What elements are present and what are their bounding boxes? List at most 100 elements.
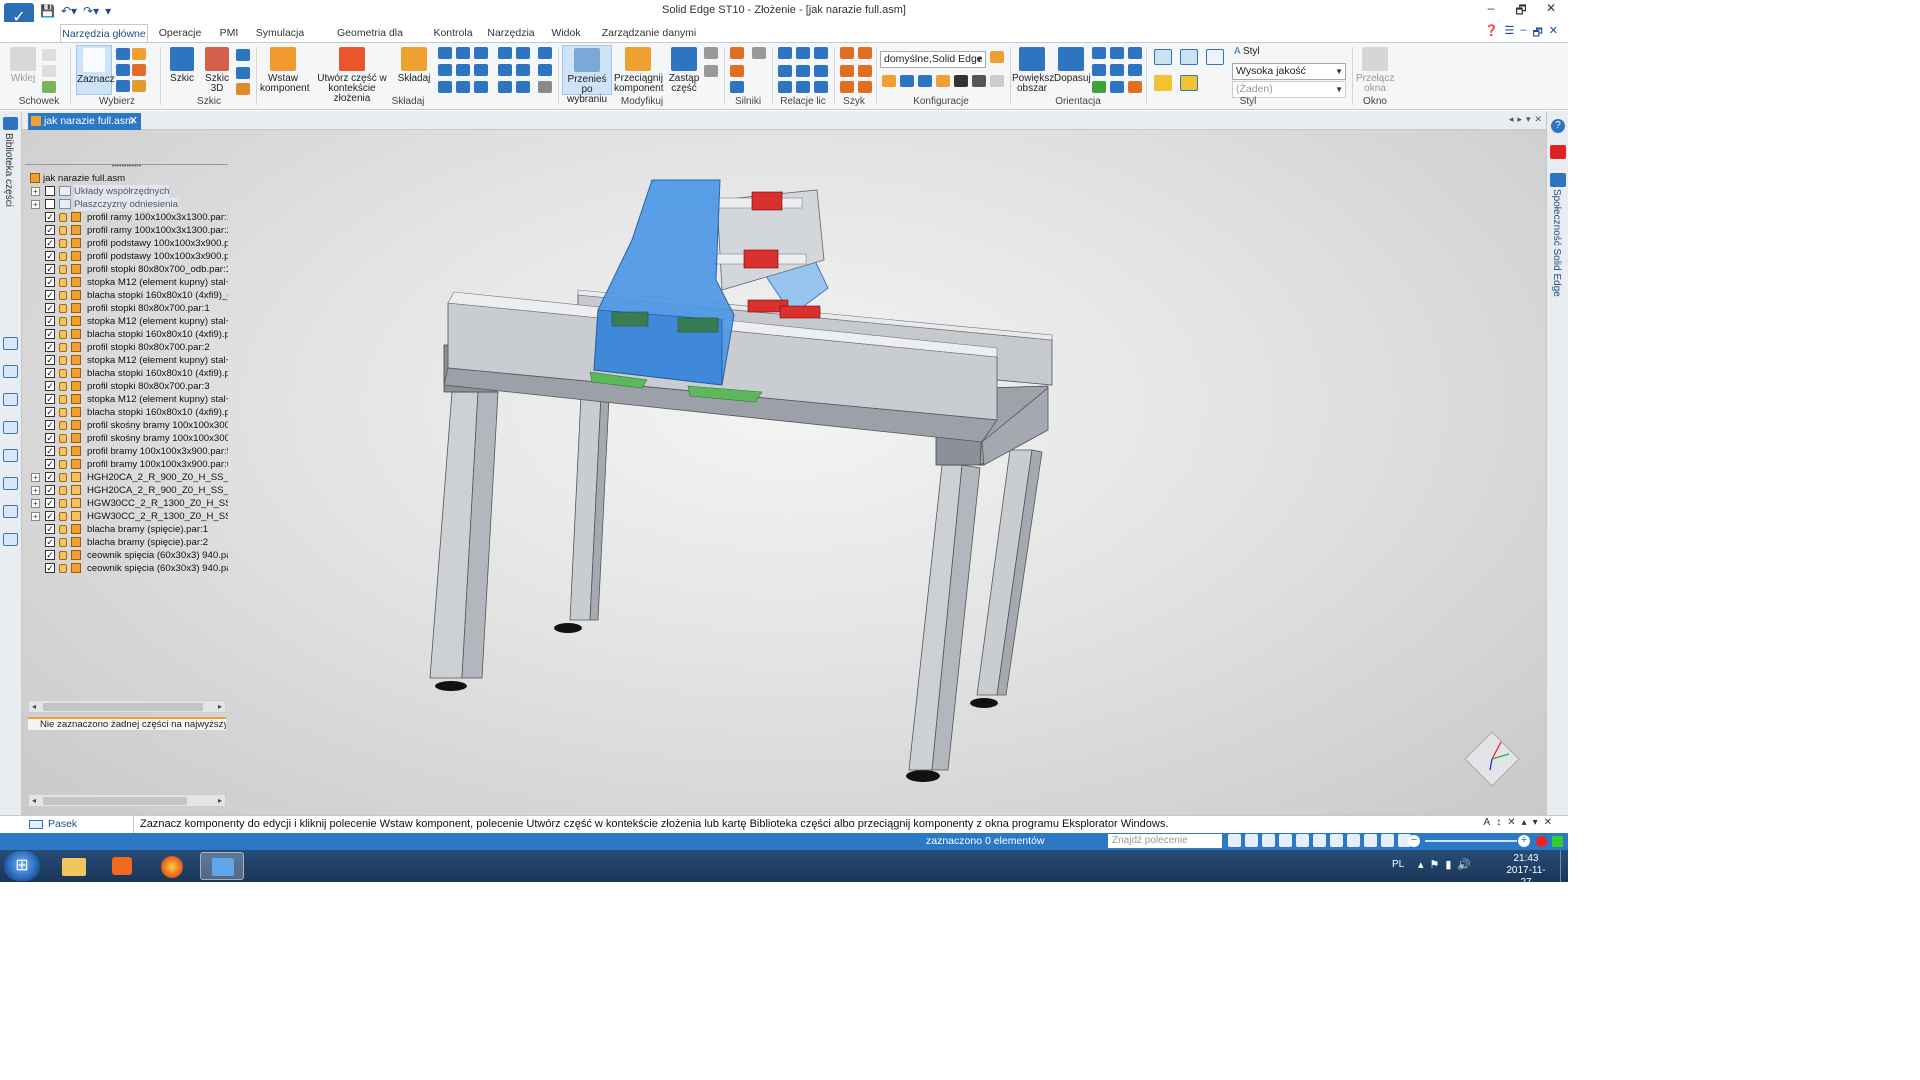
face-relation-icon[interactable] xyxy=(778,47,792,59)
tree-item[interactable]: ✓ profil bramy 100x100x3x900.par:6 xyxy=(28,458,228,471)
visibility-checkbox[interactable]: ✓ xyxy=(45,303,55,313)
language-indicator[interactable]: PL xyxy=(1392,859,1404,870)
tree-item[interactable]: ✓ stopka M12 (element kupny) stal+tw xyxy=(28,315,228,328)
close-button[interactable]: ✕ xyxy=(1542,1,1560,22)
tree-item[interactable]: ✓ stopka M12 (element kupny) stal+tw xyxy=(28,276,228,289)
tangent-icon[interactable] xyxy=(438,81,452,93)
help-icon[interactable]: ❓ xyxy=(1485,24,1499,43)
filter-icon[interactable] xyxy=(116,48,130,60)
view-tool-icon[interactable] xyxy=(1364,834,1377,847)
foot-pad[interactable] xyxy=(906,770,940,782)
expand-icon[interactable]: + xyxy=(31,200,40,209)
tree-item[interactable]: ✓ profil stopki 80x80x700.par:1 xyxy=(28,302,228,315)
zoom-out-icon[interactable]: − xyxy=(1408,835,1420,847)
panel-grip[interactable]: •••••••••••• xyxy=(25,163,228,170)
cut-icon[interactable] xyxy=(42,49,56,61)
tree-item[interactable]: + ✓ HGH20CA_2_R_900_Z0_H_SS_FI xyxy=(28,484,228,497)
pattern-icon[interactable] xyxy=(858,47,872,59)
zoom-icon[interactable] xyxy=(1092,47,1106,59)
sketch-3d-button[interactable]: Szkic 3D xyxy=(202,47,232,94)
select-button[interactable]: Zaznacz xyxy=(76,45,115,95)
query-icon[interactable] xyxy=(116,80,130,92)
config-tool-icon[interactable] xyxy=(936,75,950,87)
relation-tool-icon[interactable] xyxy=(516,64,530,76)
visibility-checkbox[interactable]: ✓ xyxy=(45,277,55,287)
angle-icon[interactable] xyxy=(474,64,488,76)
pattern-icon[interactable] xyxy=(858,65,872,77)
motor-tool-icon[interactable] xyxy=(752,47,766,59)
format-painter-icon[interactable] xyxy=(42,81,56,93)
view-tool-icon[interactable] xyxy=(1262,834,1275,847)
shaded-icon[interactable] xyxy=(1154,75,1172,91)
tree-item[interactable]: ✓ stopka M12 (element kupny) stal+tw xyxy=(28,393,228,406)
face-relation-icon[interactable] xyxy=(796,65,810,77)
view-cube-icon[interactable] xyxy=(1180,49,1198,65)
visibility-checkbox[interactable]: ✓ xyxy=(45,498,55,508)
camera-icon[interactable] xyxy=(954,75,968,87)
dock-tool-icon[interactable] xyxy=(3,421,18,434)
visibility-checkbox[interactable]: ✓ xyxy=(45,225,55,235)
tree-item[interactable]: + ✓ HGW30CC_2_R_1300_Z0_H_SS_ xyxy=(28,497,228,510)
status-indicator-icon[interactable] xyxy=(1552,836,1563,847)
tray-icons[interactable]: ▴⚑▮🔊 xyxy=(1418,858,1477,871)
tree-item[interactable]: + ✓ HGH20CA_2_R_900_Z0_H_SS_FI xyxy=(28,471,228,484)
pan-icon[interactable] xyxy=(1092,64,1106,76)
tree-item[interactable]: ✓ ceownik spięcia (60x30x3) 940.par:1 xyxy=(28,549,228,562)
sketch-tool-icon[interactable] xyxy=(236,83,250,95)
start-button[interactable]: ⊞ xyxy=(4,851,40,881)
configuration-select[interactable]: domyślne,Solid Edge ▼ xyxy=(880,51,986,68)
view-tool-icon[interactable] xyxy=(1313,834,1326,847)
shaded-edges-icon[interactable] xyxy=(1180,75,1198,91)
scroll-thumb[interactable] xyxy=(43,703,203,711)
pattern-icon[interactable] xyxy=(858,81,872,93)
expand-icon[interactable]: + xyxy=(31,473,40,482)
taskbar-solid-edge[interactable] xyxy=(200,852,244,880)
tree-item[interactable]: ✓ profil skośny bramy 100x100x300 .pa xyxy=(28,419,228,432)
visibility-checkbox[interactable]: ✓ xyxy=(45,472,55,482)
parts-library-icon[interactable] xyxy=(3,117,18,130)
restore-button[interactable]: 🗗 xyxy=(1512,1,1530,22)
tree-item[interactable]: ✓ profil ramy 100x100x3x1300.par:2 xyxy=(28,224,228,237)
dock-tool-icon[interactable] xyxy=(3,477,18,490)
tree-item[interactable]: ✓ blacha stopki 160x80x10 (4xfi9)_odb xyxy=(28,289,228,302)
relation-tool-icon[interactable] xyxy=(516,81,530,93)
gear-icon[interactable] xyxy=(474,81,488,93)
dock-tool-icon[interactable] xyxy=(3,505,18,518)
copy-icon[interactable] xyxy=(42,65,56,77)
tree-item[interactable]: ✓ blacha bramy (spięcie).par:1 xyxy=(28,523,228,536)
expand-icon[interactable]: + xyxy=(31,499,40,508)
tree-item[interactable]: ✓ stopka M12 (element kupny) stal+tw xyxy=(28,354,228,367)
config-tool-icon[interactable] xyxy=(900,75,914,87)
assembly-model[interactable] xyxy=(22,130,1546,815)
face-relation-icon[interactable] xyxy=(814,47,828,59)
graphics-viewport[interactable] xyxy=(22,130,1546,815)
visibility-checkbox[interactable] xyxy=(45,199,55,209)
quality-select[interactable]: Wysoka jakość ▼ xyxy=(1232,63,1346,80)
relation-tool-icon[interactable] xyxy=(498,47,512,59)
linear-carriage-red[interactable] xyxy=(751,191,783,211)
view-tool-icon[interactable] xyxy=(1330,834,1343,847)
taskbar-firefox[interactable] xyxy=(150,852,194,880)
scroll-thumb[interactable] xyxy=(43,797,187,805)
tree-item[interactable]: ✓ ceownik spięcia (60x30x3) 940.par:2 xyxy=(28,562,228,575)
tree-item[interactable]: ✓ blacha stopki 160x80x10 (4xfi9).par: xyxy=(28,406,228,419)
mate-icon[interactable] xyxy=(438,47,452,59)
sketch-button[interactable]: Szkic xyxy=(166,47,198,84)
status-horizontal-scrollbar[interactable]: ◂ ▸ xyxy=(28,794,226,807)
relation-tool-icon[interactable] xyxy=(498,64,512,76)
select-tools-icon[interactable] xyxy=(116,64,130,76)
select-body-icon[interactable] xyxy=(132,80,146,92)
select-part-icon[interactable] xyxy=(132,48,146,60)
face-relation-icon[interactable] xyxy=(814,65,828,77)
cam-icon[interactable] xyxy=(456,81,470,93)
view-tool-icon[interactable] xyxy=(1381,834,1394,847)
tree-folder-item[interactable]: + Płaszczyzny odniesienia xyxy=(28,198,228,211)
relation-tool-icon[interactable] xyxy=(498,81,512,93)
motor-tool-icon[interactable] xyxy=(730,81,744,93)
visibility-checkbox[interactable]: ✓ xyxy=(45,407,55,417)
visibility-checkbox[interactable]: ✓ xyxy=(45,446,55,456)
relation-tool-icon[interactable] xyxy=(538,64,552,76)
tree-item[interactable]: ✓ profil bramy 100x100x3x900.par:5 xyxy=(28,445,228,458)
view-tool-icon[interactable] xyxy=(1296,834,1309,847)
prompt-bar-tab[interactable]: Pasek podpowiedzi xyxy=(24,816,134,847)
